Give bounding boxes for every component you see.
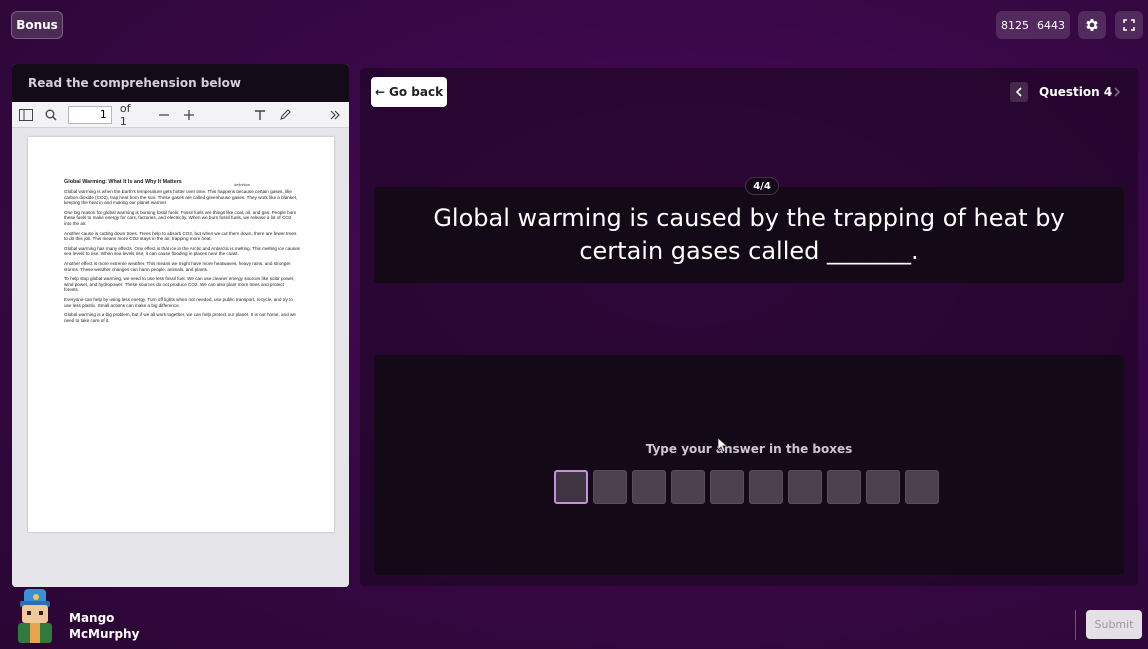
arrow-left-icon: ← — [374, 85, 385, 99]
comprehension-panel: Read the comprehension below of 1 Glo — [12, 64, 349, 587]
comprehension-title: Read the comprehension below — [12, 64, 349, 102]
document-paragraph: One big reason for global warming is bur… — [64, 209, 297, 226]
chevron-right-icon — [1114, 87, 1121, 97]
answer-boxes — [554, 470, 939, 504]
bonus-label: Bonus — [16, 18, 58, 32]
chevron-left-icon — [1015, 87, 1022, 97]
answer-card: Type your answer in the boxes — [374, 355, 1124, 575]
document-paragraph: Another effect is more extreme weather. … — [64, 260, 291, 272]
sidebar-toggle-icon[interactable] — [18, 106, 35, 124]
question-text: Global warming is caused by the trapping… — [433, 204, 1065, 265]
answer-letter-box[interactable] — [788, 470, 822, 504]
game-code-part2: 6443 — [1037, 18, 1065, 32]
draw-tool-icon[interactable] — [276, 106, 293, 124]
mouse-cursor-icon — [717, 437, 729, 453]
player-name: Mango McMurphy — [69, 610, 139, 642]
question-number-label: Question 4 — [1039, 85, 1113, 99]
document-paragraph: Everyone can help by using less energy. … — [64, 296, 293, 308]
game-code-part1: 8125 — [1001, 18, 1029, 32]
document-paragraph: To help stop global warming, we need to … — [64, 276, 295, 293]
game-code-badge: 8125 6443 — [996, 11, 1070, 39]
answer-letter-box[interactable] — [905, 470, 939, 504]
pdf-page: Global Warming: What It Is and Why It Ma… — [28, 137, 334, 532]
page-number-input[interactable] — [67, 105, 112, 124]
text-tool-icon[interactable] — [251, 106, 268, 124]
answer-hint: Type your answer in the boxes — [645, 442, 853, 456]
pdf-viewer[interactable]: Global Warming: What It Is and Why It Ma… — [12, 128, 349, 587]
page-total: of 1 — [119, 101, 131, 128]
document-paragraph: Global warming has many effects. One eff… — [64, 245, 300, 257]
zoom-in-icon[interactable] — [181, 106, 198, 124]
question-count-badge: 4/4 — [745, 177, 779, 195]
search-icon[interactable] — [43, 106, 60, 124]
bonus-button[interactable]: Bonus — [11, 11, 63, 39]
submit-label: Submit — [1094, 618, 1134, 631]
submit-button[interactable]: Submit — [1086, 610, 1142, 639]
player-avatar — [18, 589, 52, 643]
question-card: 4/4 Global warming is caused by the trap… — [374, 177, 1124, 283]
document-paragraph: Global warming is when the Earth's tempe… — [64, 189, 298, 206]
answer-letter-box[interactable] — [671, 470, 705, 504]
more-tools-icon[interactable] — [326, 106, 343, 124]
player-first-name: Mango — [69, 611, 115, 625]
settings-button[interactable] — [1078, 11, 1106, 39]
player-last-name: McMurphy — [69, 627, 140, 641]
answer-letter-box[interactable] — [554, 470, 588, 504]
question-panel: ← Go back Question 4 4/4 Global warming … — [360, 68, 1138, 586]
fullscreen-button[interactable] — [1115, 11, 1143, 39]
document-annotation: definition — [234, 182, 251, 187]
answer-letter-box[interactable] — [827, 470, 861, 504]
document-title: Global Warming: What It Is and Why It Ma… — [64, 179, 182, 185]
answer-letter-box[interactable] — [632, 470, 666, 504]
fullscreen-icon — [1123, 19, 1135, 31]
go-back-label: Go back — [389, 85, 444, 99]
answer-letter-box[interactable] — [710, 470, 744, 504]
pdf-toolbar: of 1 — [12, 102, 349, 128]
document-paragraph: Another cause is cutting down trees. Tre… — [64, 230, 297, 242]
answer-letter-box[interactable] — [593, 470, 627, 504]
answer-letter-box[interactable] — [866, 470, 900, 504]
previous-question-button[interactable] — [1010, 82, 1028, 102]
next-question-button[interactable] — [1108, 82, 1126, 102]
footer-divider — [1075, 610, 1076, 640]
document-paragraph: Global warming is a big problem, but if … — [64, 312, 296, 323]
zoom-out-icon[interactable] — [156, 106, 173, 124]
go-back-button[interactable]: ← Go back — [371, 77, 447, 107]
gear-icon — [1086, 19, 1098, 31]
answer-letter-box[interactable] — [749, 470, 783, 504]
